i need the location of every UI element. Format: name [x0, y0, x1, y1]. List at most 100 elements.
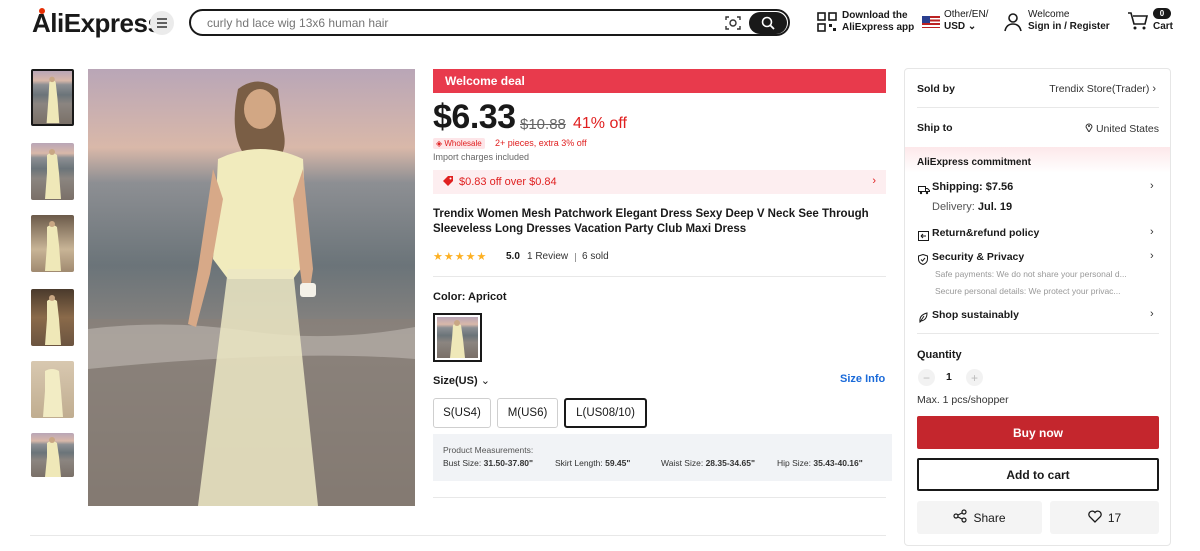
heart-icon — [1088, 509, 1102, 526]
divider — [575, 253, 576, 262]
security-privacy[interactable]: Security & Privacy — [932, 251, 1024, 263]
star-rating: ★★★★★ — [433, 251, 488, 263]
measurements-title: Product Measurements: — [443, 445, 534, 455]
skirt-label: Skirt Length: — [555, 458, 603, 468]
quantity-label: Quantity — [917, 349, 962, 361]
thumbnail-1[interactable] — [31, 69, 74, 126]
currency: USD — [944, 21, 966, 32]
discount-percent: 41% off — [573, 115, 627, 132]
qr-code-icon[interactable] — [817, 12, 837, 32]
divider — [917, 333, 1159, 334]
coupon-bar[interactable]: $0.83 off over $0.84 › — [433, 170, 886, 194]
leaf-icon — [918, 310, 928, 328]
camera-search-icon[interactable] — [724, 14, 742, 32]
shop-sustainably[interactable]: Shop sustainably — [932, 309, 1019, 321]
ship-to-label: Ship to — [917, 122, 953, 134]
store-link[interactable]: Trendix Store(Trader) › — [1049, 83, 1156, 95]
current-price: $6.33 — [433, 98, 516, 136]
welcome-text: Welcome — [1028, 9, 1070, 20]
ship-to-selector[interactable]: United States — [1085, 122, 1159, 135]
signin-link[interactable]: Sign in / Register — [1028, 21, 1110, 33]
bust-label: Bust Size: — [443, 458, 482, 468]
search-input[interactable] — [207, 14, 707, 32]
security-line-1: Safe payments: We do not share your pers… — [935, 269, 1127, 279]
welcome-deal-banner: Welcome deal — [433, 69, 886, 93]
thumbnail-2[interactable] — [31, 143, 74, 200]
download-app-link[interactable]: Download the AliExpress app — [842, 10, 914, 34]
user-icon[interactable] — [1003, 12, 1023, 37]
waist-value: 28.35-34.65" — [705, 458, 755, 468]
chevron-right-icon[interactable]: › — [1150, 226, 1154, 238]
search-button[interactable] — [749, 12, 787, 34]
thumbnail-4[interactable] — [31, 289, 74, 346]
quantity-decrease-button[interactable]: − — [918, 369, 935, 386]
color-label: Color: Apricot — [433, 291, 507, 303]
chevron-right-icon[interactable]: › — [1150, 250, 1154, 262]
app-line2: AliExpress app — [842, 22, 915, 33]
import-charges-text: Import charges included — [433, 152, 530, 162]
wishlist-count: 17 — [1107, 510, 1122, 525]
chevron-down-icon: ⌄ — [480, 375, 490, 387]
cart-count-badge: 0 — [1153, 8, 1171, 19]
region-line1: Other/EN/ — [944, 9, 989, 20]
chevron-right-icon[interactable]: › — [1150, 308, 1154, 320]
hip-value: 35.43-40.16" — [813, 458, 863, 468]
product-measurements: Product Measurements: Bust Size: 31.50-3… — [433, 434, 892, 481]
chevron-right-icon: › — [1152, 83, 1156, 95]
region-selector[interactable]: Other/EN/ USD ⌄ — [944, 9, 988, 33]
shield-icon — [918, 252, 928, 270]
aliexpress-logo[interactable]: AliExpress — [32, 8, 162, 39]
menu-icon[interactable] — [150, 11, 174, 35]
wishlist-button[interactable]: 17 — [1050, 501, 1159, 534]
product-title: Trendix Women Mesh Patchwork Elegant Dre… — [433, 208, 869, 235]
return-policy[interactable]: Return&refund policy — [932, 227, 1039, 239]
store-name: Trendix Store(Trader) — [1049, 83, 1150, 95]
sold-by-label: Sold by — [917, 83, 955, 95]
logo-dot — [39, 8, 45, 14]
divider — [917, 107, 1159, 108]
hip-label: Hip Size: — [777, 458, 812, 468]
product-main-image[interactable] — [88, 69, 415, 506]
delivery-info: Delivery: Jul. 19 — [932, 201, 1012, 213]
thumbnail-6[interactable] — [31, 433, 74, 477]
chevron-down-icon: ⌄ — [967, 21, 977, 32]
search-icon — [761, 16, 775, 30]
coupon-text: $0.83 off over $0.84 — [459, 176, 557, 188]
size-option-m[interactable]: M(US6) — [497, 398, 558, 428]
add-to-cart-button[interactable]: Add to cart — [917, 458, 1159, 491]
chevron-right-icon: › — [872, 175, 876, 187]
share-label: Share — [973, 510, 1006, 525]
buy-now-button[interactable]: Buy now — [917, 416, 1159, 449]
wholesale-badge: ◈ Wholesale — [433, 138, 485, 149]
reviews-link[interactable]: 1 Review — [527, 251, 568, 262]
sold-count: 6 sold — [582, 251, 609, 262]
thumbnail-3[interactable] — [31, 215, 74, 272]
divider — [433, 497, 886, 498]
skirt-value: 59.45" — [605, 458, 631, 468]
size-info-link[interactable]: Size Info — [840, 373, 885, 385]
size-label-text: Size(US) — [433, 375, 478, 387]
size-option-l[interactable]: L(US08/10) — [564, 398, 647, 428]
shipping-cost[interactable]: Shipping: $7.56 — [932, 181, 1013, 193]
truck-icon — [918, 182, 930, 200]
quantity-increase-button[interactable]: + — [966, 369, 983, 386]
security-line-2: Secure personal details: We protect your… — [935, 286, 1121, 296]
share-icon — [953, 509, 968, 526]
cart-icon[interactable] — [1127, 11, 1149, 36]
chevron-right-icon[interactable]: › — [1150, 180, 1154, 192]
share-button[interactable]: Share — [917, 501, 1042, 534]
wholesale-badge-text: Wholesale — [444, 139, 482, 148]
logo-text: AliExpress — [32, 8, 162, 38]
account-menu[interactable]: Welcome Sign in / Register — [1028, 9, 1110, 33]
cart-label[interactable]: Cart — [1153, 21, 1173, 33]
search-bar[interactable] — [189, 9, 790, 36]
divider — [433, 276, 886, 277]
wholesale-text: 2+ pieces, extra 3% off — [495, 138, 587, 148]
us-flag-icon — [922, 16, 940, 28]
thumbnail-5[interactable] — [31, 361, 74, 418]
return-icon — [918, 228, 929, 246]
size-option-s[interactable]: S(US4) — [433, 398, 491, 428]
color-swatch-apricot[interactable] — [433, 313, 482, 362]
quantity-value[interactable]: 1 — [946, 371, 952, 383]
max-per-shopper: Max. 1 pcs/shopper — [917, 394, 1009, 406]
